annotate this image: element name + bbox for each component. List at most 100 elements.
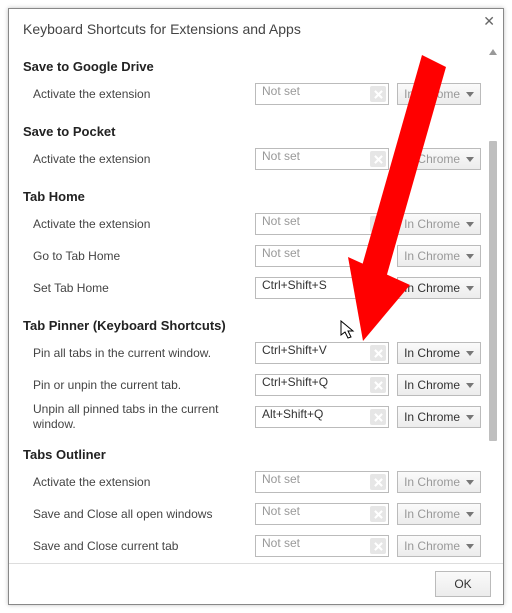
shortcut-row: Activate the extensionNot set In Chrome	[23, 208, 481, 240]
shortcut-label: Save and Close all open windows	[23, 507, 255, 522]
close-icon[interactable]: ✕	[483, 13, 495, 30]
shortcut-row: Set Tab HomeCtrl+Shift+S In Chrome	[23, 272, 481, 304]
shortcut-row: Save and Close all open windowsNot set In…	[23, 498, 481, 530]
shortcut-input[interactable]: Not set	[255, 213, 389, 235]
shortcut-label: Pin or unpin the current tab.	[23, 378, 255, 393]
shortcut-input[interactable]: Not set	[255, 245, 389, 267]
scope-select[interactable]: In Chrome	[397, 535, 481, 557]
section: Save to Google DriveActivate the extensi…	[23, 51, 481, 110]
shortcut-input[interactable]: Ctrl+Shift+V	[255, 342, 389, 364]
dialog-title: Keyboard Shortcuts for Extensions and Ap…	[9, 9, 503, 45]
shortcut-label: Activate the extension	[23, 475, 255, 490]
scroll-thumb[interactable]	[489, 141, 497, 441]
section: Tab Pinner (Keyboard Shortcuts) Pin all t…	[23, 310, 481, 433]
shortcut-input[interactable]: Ctrl+Shift+S	[255, 277, 389, 299]
shortcut-input[interactable]: Alt+Shift+Q	[255, 406, 389, 428]
shortcut-input-wrap: Ctrl+Shift+V	[255, 342, 389, 364]
clear-icon[interactable]	[370, 86, 386, 102]
clear-icon[interactable]	[370, 506, 386, 522]
scope-label: In Chrome	[404, 507, 460, 521]
shortcut-input-wrap: Not set	[255, 471, 389, 493]
scope-label: In Chrome	[404, 152, 460, 166]
scope-label: In Chrome	[404, 410, 460, 424]
scope-label: In Chrome	[404, 378, 460, 392]
clear-icon[interactable]	[370, 409, 386, 425]
shortcut-input-wrap: Not set	[255, 245, 389, 267]
shortcut-input-wrap: Not set	[255, 535, 389, 557]
chevron-down-icon	[466, 92, 474, 97]
shortcut-input-wrap: Not set	[255, 213, 389, 235]
shortcut-label: Unpin all pinned tabs in the current win…	[23, 402, 255, 432]
clear-icon[interactable]	[370, 345, 386, 361]
scope-select[interactable]: In Chrome	[397, 245, 481, 267]
shortcut-input[interactable]: Not set	[255, 503, 389, 525]
scope-select[interactable]: In Chrome	[397, 213, 481, 235]
section-header: Tab Pinner (Keyboard Shortcuts)	[23, 310, 481, 337]
chevron-down-icon	[466, 286, 474, 291]
clear-icon[interactable]	[370, 216, 386, 232]
shortcut-label: Pin all tabs in the current window.	[23, 346, 255, 361]
shortcut-input-wrap: Not set	[255, 503, 389, 525]
section: Tabs OutlinerActivate the extensionNot s…	[23, 439, 481, 562]
scope-label: In Chrome	[404, 87, 460, 101]
clear-icon[interactable]	[370, 538, 386, 554]
shortcut-input[interactable]: Not set	[255, 83, 389, 105]
scope-label: In Chrome	[404, 217, 460, 231]
dialog-footer: OK	[9, 563, 503, 604]
shortcut-label: Activate the extension	[23, 87, 255, 102]
clear-icon[interactable]	[370, 151, 386, 167]
section-header: Tabs Outliner	[23, 439, 481, 466]
chevron-down-icon	[466, 544, 474, 549]
shortcut-row: Unpin all pinned tabs in the current win…	[23, 401, 481, 433]
shortcut-label: Activate the extension	[23, 152, 255, 167]
shortcut-input-wrap: Not set	[255, 83, 389, 105]
scrollbar[interactable]	[489, 49, 497, 558]
chevron-down-icon	[466, 415, 474, 420]
scope-select[interactable]: In Chrome	[397, 148, 481, 170]
chevron-down-icon	[466, 157, 474, 162]
scope-label: In Chrome	[404, 281, 460, 295]
ok-button[interactable]: OK	[435, 571, 491, 597]
clear-icon[interactable]	[370, 280, 386, 296]
scope-label: In Chrome	[404, 539, 460, 553]
clear-icon[interactable]	[370, 377, 386, 393]
scope-select[interactable]: In Chrome	[397, 83, 481, 105]
scope-label: In Chrome	[404, 346, 460, 360]
chevron-down-icon	[466, 222, 474, 227]
shortcut-input-wrap: Alt+Shift+Q	[255, 406, 389, 428]
shortcut-input[interactable]: Not set	[255, 535, 389, 557]
scroll-area: Save to Google DriveActivate the extensi…	[9, 45, 503, 562]
ok-label: OK	[454, 577, 471, 591]
section-header: Tab Home	[23, 181, 481, 208]
scope-label: In Chrome	[404, 475, 460, 489]
scope-select[interactable]: In Chrome	[397, 277, 481, 299]
scope-label: In Chrome	[404, 249, 460, 263]
chevron-down-icon	[466, 512, 474, 517]
scroll-up-icon[interactable]	[489, 49, 497, 55]
scope-select[interactable]: In Chrome	[397, 471, 481, 493]
shortcut-input[interactable]: Not set	[255, 148, 389, 170]
shortcut-label: Set Tab Home	[23, 281, 255, 296]
shortcut-input-wrap: Not set	[255, 148, 389, 170]
shortcut-label: Activate the extension	[23, 217, 255, 232]
clear-icon[interactable]	[370, 474, 386, 490]
shortcut-input[interactable]: Not set	[255, 471, 389, 493]
shortcut-input-wrap: Ctrl+Shift+S	[255, 277, 389, 299]
shortcut-row: Activate the extensionNot set In Chrome	[23, 78, 481, 110]
shortcut-row: Activate the extensionNot set In Chrome	[23, 466, 481, 498]
chevron-down-icon	[466, 254, 474, 259]
shortcut-row: Go to Tab HomeNot set In Chrome	[23, 240, 481, 272]
shortcut-input[interactable]: Ctrl+Shift+Q	[255, 374, 389, 396]
shortcut-row: Pin or unpin the current tab.Ctrl+Shift+…	[23, 369, 481, 401]
shortcut-label: Go to Tab Home	[23, 249, 255, 264]
scope-select[interactable]: In Chrome	[397, 503, 481, 525]
scope-select[interactable]: In Chrome	[397, 374, 481, 396]
section-header: Save to Google Drive	[23, 51, 481, 78]
scope-select[interactable]: In Chrome	[397, 406, 481, 428]
shortcut-label: Save and Close current tab	[23, 539, 255, 554]
scroll-track[interactable]	[490, 61, 496, 558]
chevron-down-icon	[466, 351, 474, 356]
chevron-down-icon	[466, 383, 474, 388]
clear-icon[interactable]	[370, 248, 386, 264]
scope-select[interactable]: In Chrome	[397, 342, 481, 364]
